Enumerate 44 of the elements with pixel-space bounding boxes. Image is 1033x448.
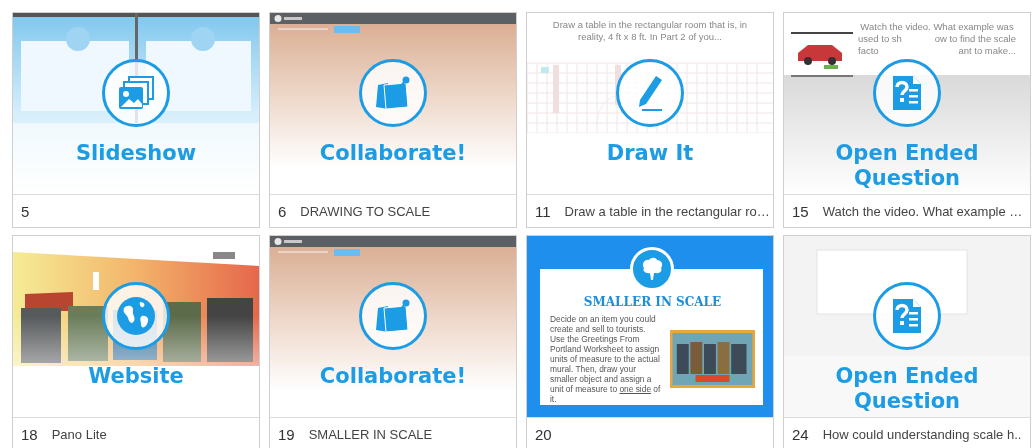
caption-text: ant to make... <box>958 45 1016 57</box>
activity-type-label: Open Ended Question <box>834 364 980 414</box>
slide-title-text: DRAWING TO SCALE <box>300 203 431 219</box>
lesson-card[interactable]: Collaborate! 19 SMALLER IN SCALE <box>269 235 517 448</box>
caption-text: reality, 4 ft x 8 ft. In Part 2 of you... <box>578 31 722 43</box>
slide-number: 24 <box>792 425 809 443</box>
activity-type-label: Collaborate! <box>319 364 467 389</box>
slide-number: 19 <box>278 425 295 443</box>
link[interactable]: one side <box>619 384 652 394</box>
slide-number: 18 <box>21 425 38 443</box>
lesson-card[interactable]: Watch the video. What example was used to sh ow to find the scale facto ant to make... Open Ended Question 15 Watch the video. What example … <box>783 12 1031 228</box>
image-stack-icon <box>117 75 155 111</box>
slide-number: 11 <box>535 202 551 220</box>
activity-type-label: Open Ended Question <box>834 141 980 191</box>
slide-title: SMALLER IN SCALE <box>583 295 722 309</box>
caption-text: Watch the video. What example was <box>860 21 1014 33</box>
slide-title-text: How could understanding scale h.. <box>822 426 1022 442</box>
slide-number: 20 <box>535 425 552 443</box>
caption-text: Draw a table in the rectangular room that is, in <box>552 19 748 31</box>
slide-title-text: Pano Lite <box>51 426 107 442</box>
slide-paragraph: Decide on an item you could create and sell to tourists. Use the Greetings From Portland Worksheet to assign units of measure to the actual mural. Then, draw your smaller object and assign a unit of measure to one side of it. <box>550 314 662 404</box>
question-document-icon <box>891 297 923 335</box>
sticky-note-icon <box>374 298 412 334</box>
lesson-card[interactable]: Draw a table in the rectangular room that is, in reality, 4 ft x 8 ft. In Part 2 of you... Draw It 11 Draw a table in the rectangular ro… <box>526 12 774 228</box>
activity-type-label: Draw It <box>606 141 694 166</box>
activity-type-label: Slideshow <box>75 141 197 166</box>
lesson-card[interactable]: Slideshow 5 <box>12 12 260 228</box>
slide-number: 5 <box>21 202 30 220</box>
activity-type-label: Website <box>88 364 184 389</box>
globe-icon <box>116 296 156 336</box>
lesson-card[interactable]: Collaborate! 6 DRAWING TO SCALE <box>269 12 517 228</box>
caption-text: facto <box>858 45 879 57</box>
activity-type-label: Collaborate! <box>319 141 467 166</box>
caption-text: used to sh <box>858 33 902 45</box>
slide-title-text: Draw a table in the rectangular ro… <box>564 203 770 219</box>
slide-number: 15 <box>792 202 809 220</box>
lesson-card[interactable]: Website 18 Pano Lite <box>12 235 260 448</box>
question-document-icon <box>891 74 923 112</box>
sticky-note-icon <box>374 75 412 111</box>
caption-text: ow to find the scale <box>934 33 1016 45</box>
slide-number: 6 <box>278 202 287 220</box>
slide-title-text: SMALLER IN SCALE <box>308 426 433 442</box>
slide-title-text: Watch the video. What example … <box>822 203 1023 219</box>
lesson-card[interactable]: Open Ended Question 24 How could understanding scale h.. <box>783 235 1031 448</box>
